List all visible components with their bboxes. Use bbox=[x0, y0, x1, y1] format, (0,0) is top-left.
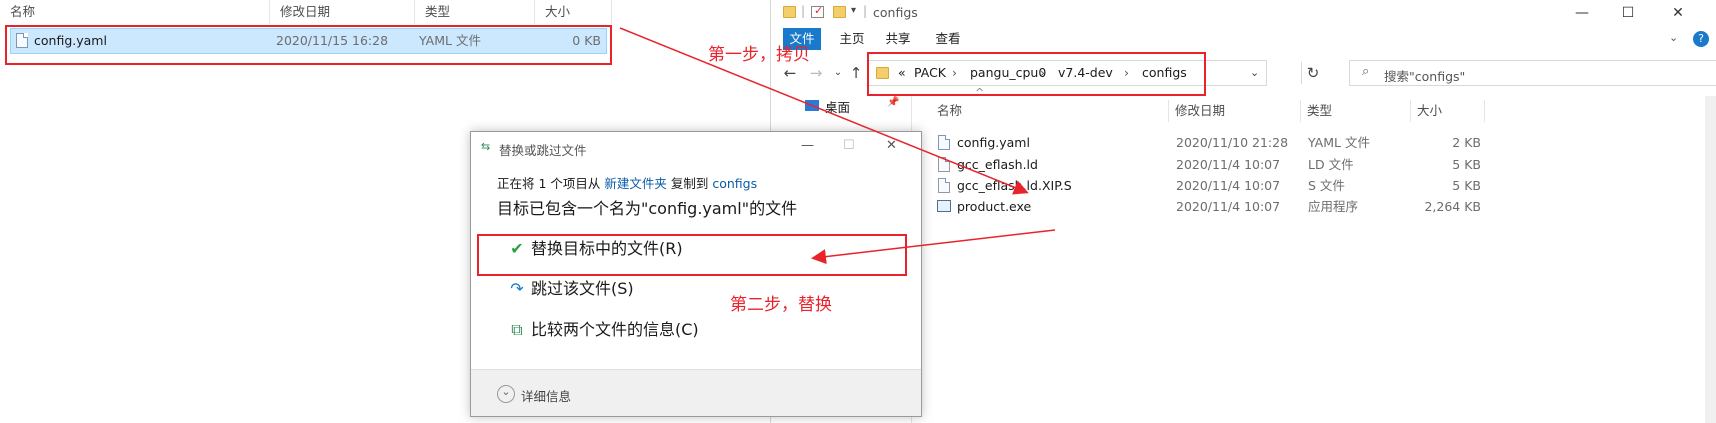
dialog-minimize-button[interactable]: — bbox=[801, 138, 814, 153]
file-row[interactable]: gcc_eflash.ld 2020/11/4 10:07 LD 文件 5 KB bbox=[937, 155, 1481, 175]
file-icon bbox=[938, 178, 950, 193]
destination-folder-link[interactable]: configs bbox=[712, 176, 757, 191]
column-name[interactable]: 名称 bbox=[0, 0, 270, 24]
pin-icon[interactable]: 📌 bbox=[887, 97, 899, 108]
search-icon: ⌕ bbox=[1362, 64, 1370, 79]
file-row[interactable]: gcc_eflash.ld.XIP.S 2020/11/4 10:07 S 文件… bbox=[937, 176, 1481, 196]
forward-arrow-icon[interactable]: → bbox=[805, 62, 827, 84]
copy-status-line: 正在将 1 个项目从 新建文件夹 复制到 configs bbox=[497, 176, 758, 191]
step1-annotation: 第一步，拷贝 bbox=[708, 45, 810, 65]
maximize-button[interactable]: ☐ bbox=[1605, 0, 1651, 26]
nav-desktop[interactable]: 桌面 bbox=[825, 97, 850, 116]
file-icon bbox=[938, 157, 950, 172]
properties-icon[interactable]: ✓ bbox=[811, 4, 824, 18]
tab-home[interactable]: 主页 bbox=[833, 28, 871, 50]
ribbon-tabs: 文件 主页 共享 查看 ⌄ ? bbox=[771, 28, 1716, 50]
column-type[interactable]: 类型 bbox=[415, 0, 535, 24]
search-placeholder: 搜索"configs" bbox=[1384, 69, 1466, 84]
highlight-box-left-file bbox=[5, 25, 612, 65]
address-dropdown-icon[interactable]: ⌄ bbox=[1250, 61, 1259, 85]
new-folder-icon[interactable] bbox=[833, 6, 846, 18]
help-icon[interactable]: ? bbox=[1693, 31, 1709, 47]
highlight-box-replace bbox=[477, 234, 907, 276]
skip-icon: ↷ bbox=[510, 279, 524, 298]
dialog-title-bar: ⇆ 替换或跳过文件 — ☐ ✕ bbox=[471, 132, 921, 162]
column-size[interactable]: 大小 bbox=[535, 0, 612, 24]
column-date[interactable]: 修改日期 bbox=[270, 0, 415, 24]
dialog-footer: ⌄ 详细信息 bbox=[471, 369, 921, 416]
refresh-icon[interactable]: ↻ bbox=[1301, 62, 1324, 84]
vertical-scrollbar[interactable] bbox=[1705, 96, 1716, 423]
step2-annotation: 第二步，替换 bbox=[730, 295, 832, 315]
dialog-close-button[interactable]: ✕ bbox=[886, 138, 897, 153]
dialog-title: 替换或跳过文件 bbox=[499, 143, 587, 158]
compare-option[interactable]: ⧉ 比较两个文件的信息(C) bbox=[507, 316, 698, 344]
title-bar: | ✓ ▾ | configs — ☐ ✕ bbox=[771, 0, 1716, 26]
dialog-maximize-button[interactable]: ☐ bbox=[843, 138, 855, 153]
back-arrow-icon[interactable]: ← bbox=[779, 62, 801, 84]
expand-details-icon[interactable]: ⌄ bbox=[497, 385, 515, 403]
folder-icon bbox=[783, 6, 796, 18]
column-size[interactable]: 大小 bbox=[1411, 100, 1485, 122]
search-input[interactable]: ⌕ 搜索"configs" bbox=[1349, 60, 1716, 86]
tab-share[interactable]: 共享 bbox=[879, 28, 917, 50]
details-toggle[interactable]: 详细信息 bbox=[521, 386, 571, 405]
close-button[interactable]: ✕ bbox=[1655, 0, 1701, 26]
desktop-icon bbox=[805, 100, 819, 111]
skip-option[interactable]: ↷ 跳过该文件(S) bbox=[507, 275, 633, 303]
source-folder-link[interactable]: 新建文件夹 bbox=[604, 176, 667, 191]
column-type[interactable]: 类型 bbox=[1301, 100, 1411, 122]
column-date[interactable]: 修改日期 bbox=[1169, 100, 1301, 122]
window-title: configs bbox=[873, 5, 918, 20]
file-row[interactable]: product.exe 2020/11/4 10:07 应用程序 2,264 K… bbox=[937, 197, 1481, 217]
highlight-box-address bbox=[867, 52, 1206, 96]
quick-access-dropdown-icon[interactable]: ▾ bbox=[851, 5, 856, 16]
conflict-heading: 目标已包含一个名为"config.yaml"的文件 bbox=[497, 199, 798, 218]
up-arrow-icon[interactable]: ↑ bbox=[845, 62, 867, 84]
yaml-file-icon bbox=[938, 135, 950, 150]
tab-view[interactable]: 查看 bbox=[929, 28, 967, 50]
left-column-header: 名称 修改日期 类型 大小 bbox=[0, 0, 612, 24]
copy-icon: ⇆ bbox=[481, 140, 491, 153]
compare-icon: ⧉ bbox=[511, 320, 523, 339]
minimize-button[interactable]: — bbox=[1559, 0, 1605, 26]
exe-icon bbox=[937, 200, 951, 212]
ribbon-expand-icon[interactable]: ⌄ bbox=[1669, 31, 1678, 44]
column-name[interactable]: 名称 bbox=[931, 100, 1169, 122]
file-row[interactable]: config.yaml 2020/11/10 21:28 YAML 文件 2 K… bbox=[937, 133, 1481, 153]
